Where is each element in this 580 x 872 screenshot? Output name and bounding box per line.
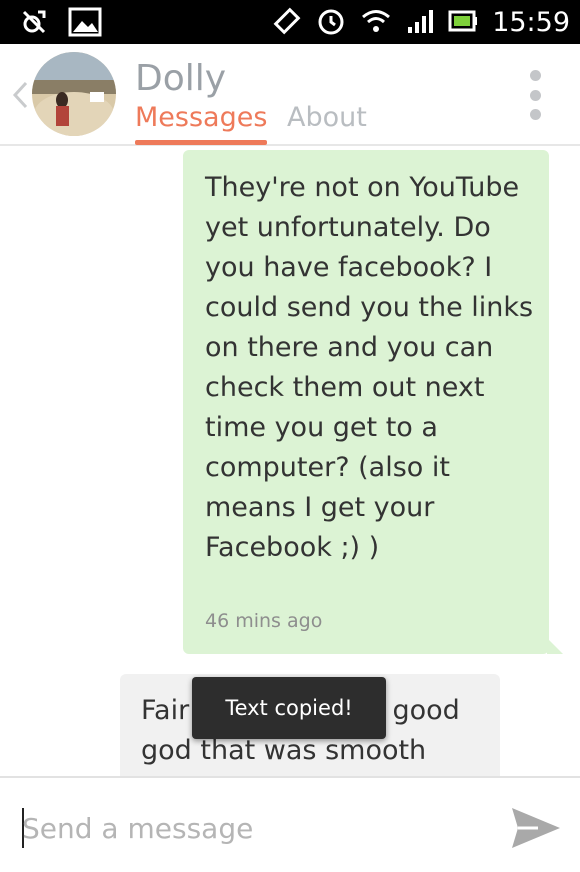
active-tab-indicator [135,140,267,145]
status-bar: 15:59 [0,0,580,44]
toast-notification: Text copied! [192,677,386,739]
send-icon[interactable] [508,800,564,856]
alarm-icon [316,6,346,40]
battery-icon [448,8,478,38]
avatar[interactable] [32,52,116,136]
vibrate-icon [272,6,302,40]
message-input[interactable] [22,804,462,852]
back-chevron-icon[interactable] [8,80,34,110]
outgoing-message[interactable]: They're not on YouTube yet unfortunately… [183,150,563,654]
bubble-tail [547,638,563,654]
image-icon [68,7,102,41]
message-list[interactable]: They're not on YouTube yet unfortunately… [0,146,580,776]
tab-about[interactable]: About [287,101,367,135]
overflow-menu-icon[interactable] [520,70,550,120]
location-off-icon [18,6,50,42]
signal-icon [406,7,434,39]
status-time: 15:59 [492,7,570,38]
message-text: They're not on YouTube yet unfortunately… [205,172,534,563]
message-timestamp: 46 mins ago [205,610,323,632]
contact-name: Dolly [135,58,227,99]
conversation-header: Dolly Messages About [0,44,580,146]
wifi-icon [360,7,392,39]
message-composer [0,776,580,872]
tab-messages[interactable]: Messages [135,101,267,135]
